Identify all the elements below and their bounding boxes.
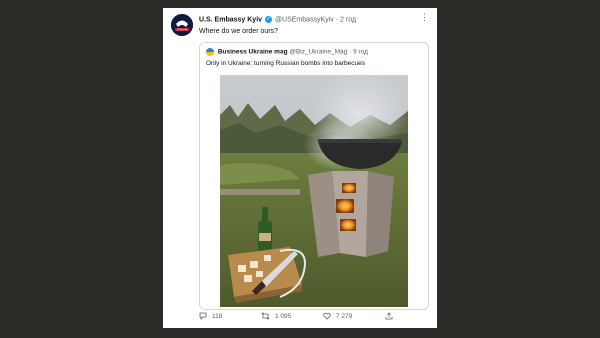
quote-photo[interactable] xyxy=(220,75,408,307)
quote-author-name[interactable]: Business Ukraine mag xyxy=(218,49,288,56)
retweet-button[interactable]: 1 095 xyxy=(261,312,291,320)
reply-button[interactable]: 118 xyxy=(199,312,222,320)
tweet-text: Where do we order ours? xyxy=(199,28,278,35)
tweet-card[interactable]: UKRAINE U.S. Embassy Kyiv ✓ @USEmbassyKy… xyxy=(163,8,437,328)
author-handle[interactable]: @USEmbassyKyiv xyxy=(275,16,334,23)
heart-icon xyxy=(323,312,331,320)
like-count: 7 279 xyxy=(336,312,353,320)
retweet-count: 1 095 xyxy=(275,312,292,320)
retweet-icon xyxy=(261,312,270,320)
author-name[interactable]: U.S. Embassy Kyiv xyxy=(199,16,262,23)
like-button[interactable]: 7 279 xyxy=(323,312,352,320)
quoted-tweet[interactable]: Business Ukraine mag @Biz_Ukraine_Mag · … xyxy=(199,42,429,310)
quote-avatar[interactable] xyxy=(206,48,214,56)
more-dots-icon[interactable]: ⋮ xyxy=(420,12,429,23)
tweet-time[interactable]: 2 год xyxy=(340,16,356,23)
verified-badge-icon: ✓ xyxy=(264,16,272,23)
avatar-label: UKRAINE xyxy=(177,29,188,32)
quote-header: Business Ukraine mag @Biz_Ukraine_Mag · … xyxy=(206,48,368,56)
reply-count: 118 xyxy=(212,312,223,320)
reply-icon xyxy=(199,312,207,320)
embassy-avatar[interactable]: UKRAINE xyxy=(171,14,193,36)
quote-text: Only in Ukraine: turning Russian bombs i… xyxy=(206,60,365,67)
tweet-header: U.S. Embassy Kyiv ✓ @USEmbassyKyiv · 2 г… xyxy=(199,16,356,23)
share-button[interactable] xyxy=(385,312,393,320)
embassy-seal-icon: UKRAINE xyxy=(171,14,193,36)
tweet-actions: 118 1 095 7 279 xyxy=(199,312,427,324)
quote-time[interactable]: 9 год xyxy=(353,49,368,56)
quote-author-handle[interactable]: @Biz_Ukraine_Mag xyxy=(289,49,347,56)
share-icon xyxy=(385,312,393,320)
